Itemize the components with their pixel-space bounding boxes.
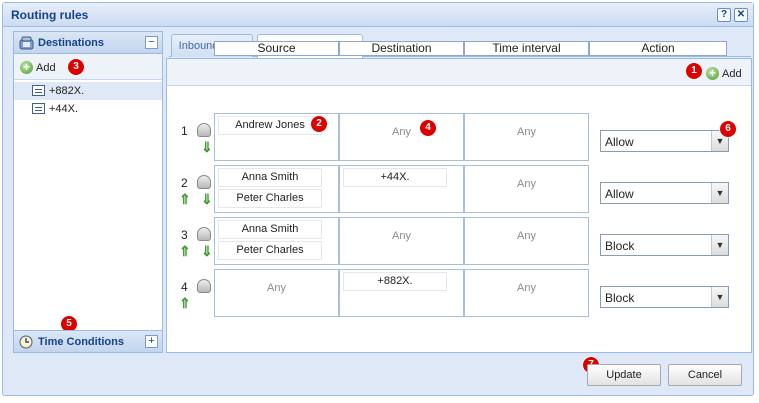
add-icon: +: [706, 67, 719, 81]
time-interval-cell[interactable]: Any: [464, 217, 589, 265]
destination-any: Any: [392, 126, 411, 138]
source-entry[interactable]: Anna Smith: [218, 220, 322, 239]
rule-number: 2: [181, 176, 188, 190]
marker-1: 1: [686, 63, 702, 79]
time-conditions-header[interactable]: Time Conditions +: [14, 330, 162, 352]
document-icon: [32, 85, 45, 96]
column-header-destination: Destination: [339, 41, 464, 56]
window-title-bar: Routing rules ? ✕: [3, 3, 753, 27]
action-value: Block: [605, 291, 635, 305]
routing-rules-window: Routing rules ? ✕ Destinations − + Add 3 …: [2, 2, 754, 396]
destinations-title: Destinations: [38, 37, 105, 49]
chevron-down-icon: ▼: [711, 235, 728, 255]
marker-6: 6: [720, 121, 736, 137]
destination-cell[interactable]: Any: [339, 217, 464, 265]
arrow-down-icon[interactable]: ⇓: [201, 192, 213, 206]
destinations-header[interactable]: Destinations −: [14, 32, 162, 54]
destination-entry[interactable]: +882X.: [343, 272, 447, 291]
person-icon[interactable]: [197, 175, 211, 189]
time-interval-cell[interactable]: Any: [464, 165, 589, 213]
source-entry[interactable]: Peter Charles: [218, 189, 322, 208]
add-rule-label: Add: [722, 67, 742, 80]
help-button[interactable]: ?: [717, 8, 731, 22]
time-conditions-title: Time Conditions: [38, 336, 124, 348]
marker-4: 4: [420, 120, 436, 136]
source-cell[interactable]: Anna Smith Peter Charles: [214, 165, 339, 213]
close-button[interactable]: ✕: [734, 8, 748, 22]
expand-time-conditions-button[interactable]: +: [145, 335, 158, 348]
time-interval-any: Any: [517, 282, 536, 294]
source-entry[interactable]: Anna Smith: [218, 168, 322, 187]
destinations-toolbar: + Add 3: [14, 54, 162, 80]
left-panel: Destinations − + Add 3 +882X. +44X. 5 Tim…: [13, 31, 163, 353]
source-any: Any: [267, 282, 286, 294]
column-header-source: Source: [214, 41, 339, 56]
arrow-up-icon[interactable]: ⇑: [179, 296, 191, 310]
source-entry[interactable]: Peter Charles: [218, 241, 322, 260]
action-select[interactable]: Allow ▼: [600, 130, 729, 152]
window-title: Routing rules: [11, 8, 89, 22]
column-header-time-interval: Time interval: [464, 41, 589, 56]
clock-icon: [19, 335, 33, 349]
document-icon: [32, 103, 45, 114]
rule-number: 3: [181, 228, 188, 242]
time-interval-any: Any: [517, 126, 536, 138]
update-button[interactable]: Update: [587, 364, 661, 386]
column-header-action: Action: [589, 41, 727, 56]
phone-icon: [19, 36, 34, 50]
destination-label: +882X.: [49, 85, 85, 97]
destination-cell[interactable]: Any: [339, 113, 464, 161]
add-rule-button[interactable]: + Add: [706, 66, 742, 81]
chevron-down-icon: ▼: [711, 183, 728, 203]
destination-any: Any: [392, 230, 411, 242]
destination-item[interactable]: +882X.: [14, 82, 162, 100]
cancel-button[interactable]: Cancel: [668, 364, 742, 386]
rules-toolbar: 1 + Add: [167, 59, 751, 86]
collapse-destinations-button[interactable]: −: [145, 36, 158, 49]
action-value: Allow: [605, 187, 634, 201]
person-icon[interactable]: [197, 279, 211, 293]
add-icon: +: [20, 61, 33, 75]
rule-number: 4: [181, 280, 188, 294]
destination-cell[interactable]: +882X.: [339, 269, 464, 317]
person-icon[interactable]: [197, 227, 211, 241]
arrow-up-icon[interactable]: ⇑: [179, 192, 191, 206]
destination-item[interactable]: +44X.: [14, 100, 162, 118]
arrow-up-icon[interactable]: ⇑: [179, 244, 191, 258]
source-cell[interactable]: Anna Smith Peter Charles: [214, 217, 339, 265]
person-icon[interactable]: [197, 123, 211, 137]
chevron-down-icon: ▼: [711, 287, 728, 307]
destinations-add-button[interactable]: + Add: [20, 60, 56, 75]
destination-entry[interactable]: +44X.: [343, 168, 447, 187]
time-interval-cell[interactable]: Any: [464, 269, 589, 317]
time-interval-cell[interactable]: Any: [464, 113, 589, 161]
action-select[interactable]: Allow ▼: [600, 182, 729, 204]
action-select[interactable]: Block ▼: [600, 234, 729, 256]
action-select[interactable]: Block ▼: [600, 286, 729, 308]
marker-2: 2: [311, 116, 327, 132]
destination-label: +44X.: [49, 103, 79, 115]
action-value: Block: [605, 239, 635, 253]
source-entry[interactable]: Andrew Jones: [218, 116, 322, 135]
action-value: Allow: [605, 135, 634, 149]
arrow-down-icon[interactable]: ⇓: [201, 140, 213, 154]
destinations-add-label: Add: [36, 61, 56, 74]
rule-number: 1: [181, 124, 188, 138]
time-interval-any: Any: [517, 178, 536, 190]
time-interval-any: Any: [517, 230, 536, 242]
marker-3: 3: [68, 59, 84, 75]
arrow-down-icon[interactable]: ⇓: [201, 244, 213, 258]
destination-cell[interactable]: +44X.: [339, 165, 464, 213]
source-cell[interactable]: Any: [214, 269, 339, 317]
